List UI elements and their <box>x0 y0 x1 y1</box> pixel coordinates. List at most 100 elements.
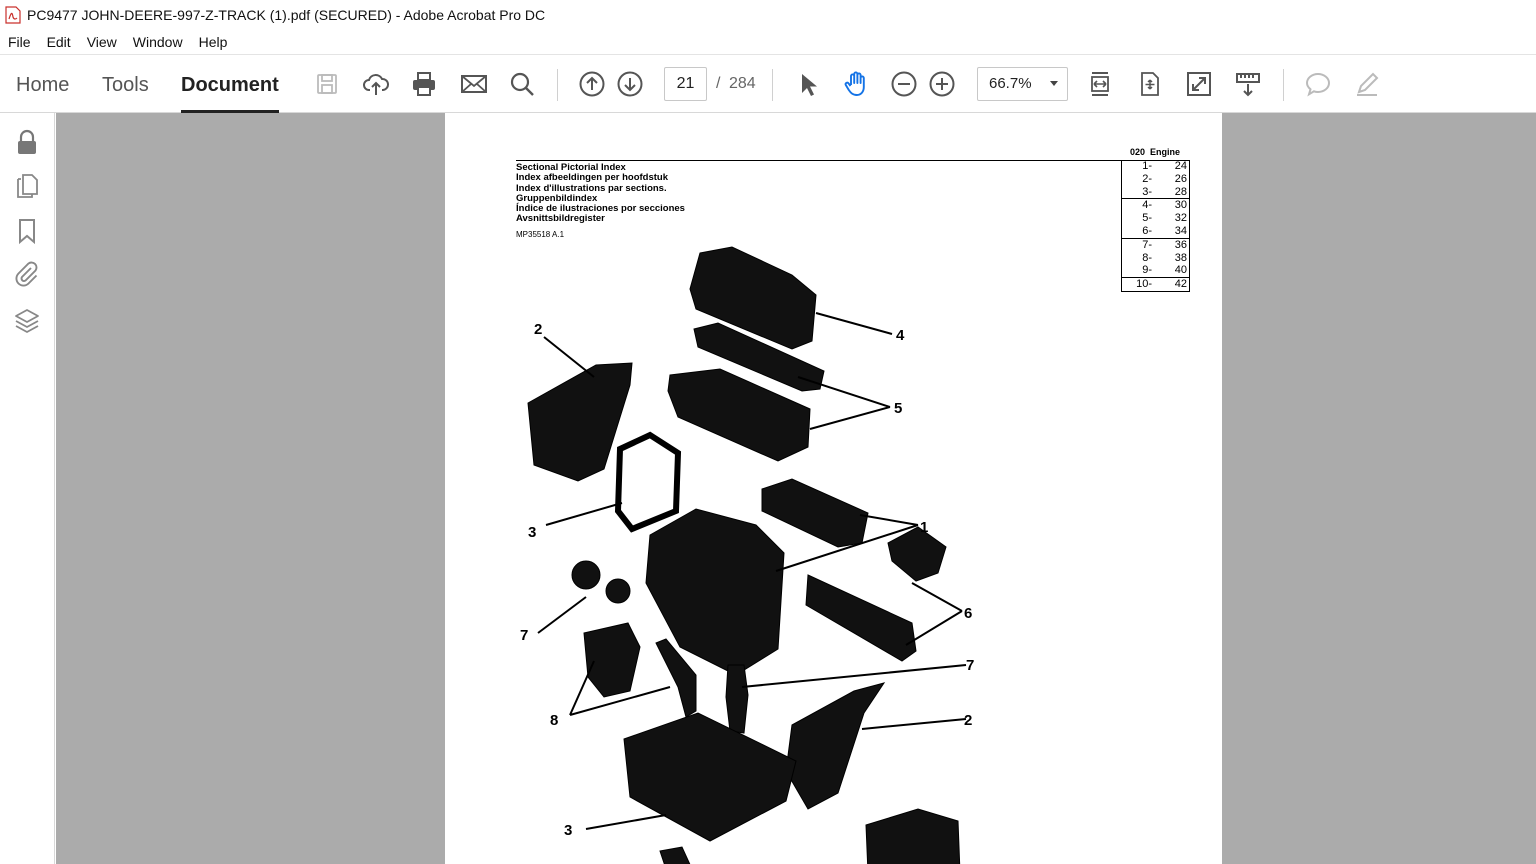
oil-strainer-part <box>583 622 641 698</box>
index-row: 4- 30 <box>1122 199 1189 212</box>
section-name: Engine <box>1150 147 1181 157</box>
index-number: 6- <box>1142 224 1152 237</box>
index-number: 2- <box>1142 172 1152 185</box>
next-page-icon[interactable] <box>612 66 648 102</box>
menu-file[interactable]: File <box>0 30 39 54</box>
tab-document[interactable]: Document <box>181 55 279 113</box>
leader-line <box>537 596 587 634</box>
leader-line <box>815 312 893 335</box>
index-row: 9- 40 <box>1122 264 1189 277</box>
index-page: 34 <box>1174 224 1187 237</box>
page-total: 284 <box>729 75 756 92</box>
zoom-level-dropdown[interactable]: 66.7% <box>977 67 1068 101</box>
pulley-part <box>605 578 631 604</box>
attachment-icon[interactable] <box>13 259 41 289</box>
callout-number: 4 <box>896 327 905 344</box>
lock-icon[interactable] <box>13 127 41 157</box>
leader-line <box>905 582 963 646</box>
section-heading: 020 Engine <box>1130 147 1180 157</box>
index-number: 8- <box>1142 251 1152 264</box>
crankshaft-part <box>887 526 947 582</box>
leader-line <box>543 336 595 378</box>
header-rule <box>516 160 1190 161</box>
leader-line <box>585 814 667 830</box>
select-cursor-icon[interactable] <box>789 66 825 102</box>
index-number: 1- <box>1142 160 1152 172</box>
page-thumbnails-icon[interactable] <box>13 171 41 201</box>
zoom-out-icon[interactable] <box>886 66 922 102</box>
menu-view[interactable]: View <box>79 30 125 54</box>
chevron-down-icon <box>1050 81 1058 86</box>
save-icon[interactable] <box>309 66 345 102</box>
previous-page-icon[interactable] <box>574 66 610 102</box>
rear-plate-part <box>614 431 682 533</box>
index-page: 26 <box>1174 172 1187 185</box>
comment-icon[interactable] <box>1300 66 1336 102</box>
index-page: 38 <box>1174 251 1187 264</box>
layers-icon[interactable] <box>13 306 41 336</box>
leader-line <box>741 664 967 688</box>
page-separator: / <box>716 75 721 92</box>
print-icon[interactable] <box>406 66 442 102</box>
scroll-mode-icon[interactable] <box>1230 66 1266 102</box>
bookmark-icon[interactable] <box>13 216 41 246</box>
toolbar-separator <box>557 69 558 101</box>
radiator-part <box>865 808 961 864</box>
zoom-in-icon[interactable] <box>924 66 960 102</box>
callout-number: 3 <box>528 524 536 541</box>
menu-edit[interactable]: Edit <box>39 30 79 54</box>
water-pump-part <box>785 682 886 810</box>
document-viewer[interactable]: 020 Engine Sectional Pictorial Index Inde… <box>56 113 1536 864</box>
search-icon[interactable] <box>504 66 540 102</box>
index-row: 3- 28 <box>1122 186 1189 199</box>
fit-page-icon[interactable] <box>1132 66 1168 102</box>
index-page: 36 <box>1174 238 1187 251</box>
engine-exploded-diagram: 4 2 5 3 1 7 6 7 8 2 3 <box>520 246 974 864</box>
timing-cover-part <box>527 362 633 482</box>
callout-number: 3 <box>564 822 572 839</box>
callout-number: 5 <box>894 400 902 417</box>
highlight-pen-icon[interactable] <box>1349 66 1385 102</box>
email-icon[interactable] <box>456 66 492 102</box>
index-group: 7- 36 8- 38 9- 40 <box>1122 239 1189 279</box>
index-page: 28 <box>1174 185 1187 198</box>
index-titles: Sectional Pictorial Index Index afbeeldi… <box>516 162 685 225</box>
main-toolbar: Home Tools Document 21 / 284 66.7% <box>0 54 1536 113</box>
index-number: 9- <box>1142 264 1152 277</box>
piston-part <box>725 664 749 734</box>
fit-width-icon[interactable] <box>1082 66 1118 102</box>
page-number-input[interactable]: 21 <box>664 67 707 101</box>
index-number: 10- <box>1136 278 1152 291</box>
head-gasket-part <box>761 478 869 548</box>
index-row: 8- 38 <box>1122 252 1189 265</box>
index-group: 10- 42 <box>1122 278 1189 292</box>
cloud-upload-icon[interactable] <box>358 66 394 102</box>
hand-tool-icon[interactable] <box>838 66 874 102</box>
index-page: 32 <box>1174 212 1187 225</box>
index-number: 4- <box>1142 199 1152 212</box>
index-page: 30 <box>1174 199 1187 212</box>
camshaft-part <box>805 574 917 662</box>
index-row: 10- 42 <box>1122 278 1189 291</box>
index-row: 2- 26 <box>1122 173 1189 186</box>
index-number: 3- <box>1142 185 1152 198</box>
toolbar-separator <box>772 69 773 101</box>
index-row: 7- 36 <box>1122 239 1189 252</box>
callout-number: 2 <box>964 712 972 729</box>
menu-window[interactable]: Window <box>125 30 191 54</box>
title-bar: PC9477 JOHN-DEERE-997-Z-TRACK (1).pdf (S… <box>0 0 1536 30</box>
index-page: 40 <box>1174 264 1187 277</box>
leader-line <box>861 718 967 730</box>
bottom-part <box>659 846 691 864</box>
zoom-level-value: 66.7% <box>989 75 1032 92</box>
index-title: Avsnittsbildregister <box>516 213 605 225</box>
callout-number: 2 <box>534 321 542 338</box>
tab-tools[interactable]: Tools <box>102 55 149 113</box>
full-screen-icon[interactable] <box>1181 66 1217 102</box>
index-row: 5- 32 <box>1122 212 1189 225</box>
navigation-pane <box>0 113 55 864</box>
callout-number: 6 <box>964 605 972 622</box>
tab-home[interactable]: Home <box>16 55 69 113</box>
menu-help[interactable]: Help <box>191 30 236 54</box>
index-number: 7- <box>1142 238 1152 251</box>
